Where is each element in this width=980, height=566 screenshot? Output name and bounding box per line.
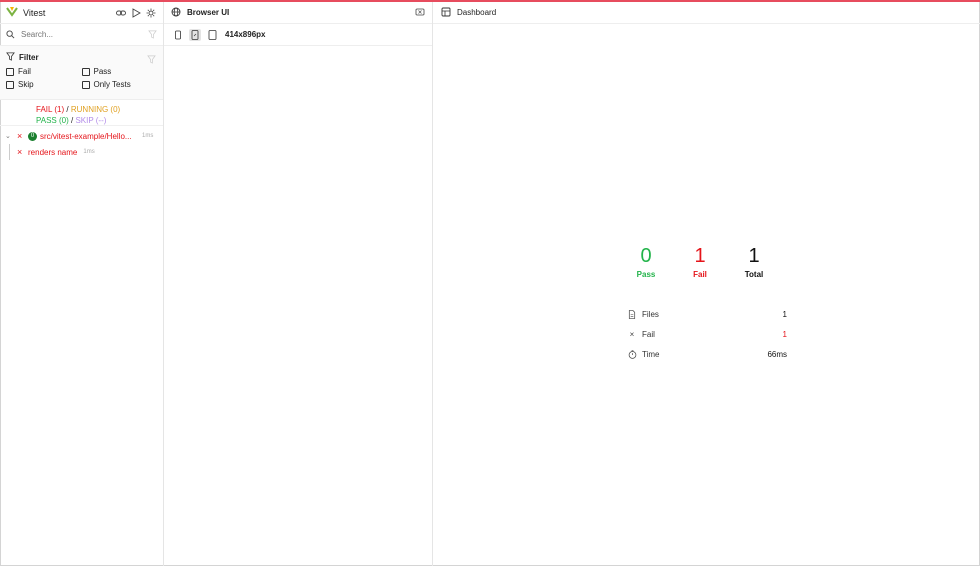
summary-skip: SKIP (--) bbox=[75, 116, 107, 125]
stat-total: 1 Total bbox=[727, 244, 781, 279]
filter-pass-label: Pass bbox=[93, 67, 112, 76]
run-all-button[interactable] bbox=[130, 7, 142, 19]
summary-fail: FAIL (1) bbox=[36, 105, 65, 114]
stat-pass-label: Pass bbox=[636, 270, 656, 279]
filter-title: Filter bbox=[19, 53, 39, 62]
summary-separator: / bbox=[66, 105, 69, 114]
vitest-logo-icon bbox=[6, 5, 18, 20]
detail-fail-value: 1 bbox=[782, 329, 787, 339]
stat-fail-label: Fail bbox=[693, 270, 707, 279]
file-icon bbox=[627, 309, 637, 319]
detail-time-label: Time bbox=[642, 349, 660, 359]
checkbox-box[interactable] bbox=[81, 67, 90, 76]
filter-fail-label: Fail bbox=[18, 67, 31, 76]
fail-x-icon: × bbox=[17, 147, 23, 157]
filter-reset-icon[interactable] bbox=[147, 53, 156, 67]
filter-panel: Filter Fail Pass Skip Only Tests bbox=[0, 46, 163, 100]
test-file-row[interactable]: ⌄ × 0 src/vitest-example/Hello... 1ms bbox=[0, 128, 163, 144]
timer-icon bbox=[627, 349, 637, 359]
details-list: Files 1 × Fail 1 Time 66ms bbox=[627, 304, 787, 364]
search-bar bbox=[0, 24, 163, 46]
checkbox-box[interactable] bbox=[6, 67, 14, 76]
test-case-row[interactable]: × renders name 1ms bbox=[0, 144, 163, 160]
globe-icon bbox=[171, 6, 181, 20]
browser-title: Browser UI bbox=[187, 8, 230, 17]
browser-panel: Browser UI 414x896px bbox=[164, 2, 433, 566]
detail-time-value: 66ms bbox=[767, 349, 787, 359]
test-file-name: src/vitest-example/Hello... bbox=[40, 131, 132, 141]
link-icon[interactable] bbox=[115, 7, 127, 19]
sidebar: Vitest Filter bbox=[0, 2, 164, 566]
detail-time-row: Time 66ms bbox=[627, 344, 787, 364]
stat-fail-value: 1 bbox=[694, 245, 706, 267]
browser-header: Browser UI bbox=[164, 2, 432, 24]
summary-pass: PASS (0) bbox=[36, 116, 69, 125]
app-title: Vitest bbox=[23, 7, 46, 18]
browser-toolbar: 414x896px bbox=[164, 24, 432, 46]
filter-header: Filter bbox=[6, 52, 157, 63]
detail-fail-row: × Fail 1 bbox=[627, 324, 787, 344]
chevron-down-icon[interactable]: ⌄ bbox=[5, 132, 13, 140]
clear-filter-icon[interactable] bbox=[148, 28, 157, 42]
theme-toggle-sun-icon[interactable] bbox=[145, 7, 157, 19]
close-icon: × bbox=[629, 329, 635, 339]
test-file-duration: 1ms bbox=[142, 133, 154, 139]
stat-pass: 0 Pass bbox=[619, 244, 673, 279]
summary-running: RUNNING (0) bbox=[70, 105, 121, 114]
fail-x-icon: × bbox=[17, 131, 23, 141]
dashboard-icon bbox=[441, 6, 451, 20]
filter-only-tests-checkbox[interactable]: Only Tests bbox=[81, 80, 158, 89]
filter-fail-checkbox[interactable]: Fail bbox=[6, 67, 82, 76]
viewport-size: 414x896px bbox=[225, 30, 266, 39]
detail-files-row: Files 1 bbox=[627, 304, 787, 324]
search-icon bbox=[6, 28, 15, 42]
tree-guide-line bbox=[9, 144, 10, 160]
file-badge: 0 bbox=[28, 131, 37, 141]
summary-separator: / bbox=[70, 116, 74, 125]
checkbox-box[interactable] bbox=[6, 80, 14, 89]
dashboard-header: Dashboard bbox=[433, 2, 980, 24]
stat-fail: 1 Fail bbox=[673, 244, 727, 279]
detail-fail-label: Fail bbox=[642, 329, 655, 339]
stat-total-value: 1 bbox=[748, 245, 760, 267]
dashboard-panel: Dashboard 0 Pass 1 Fail 1 Total Files 1 … bbox=[433, 2, 980, 566]
detail-files-value: 1 bbox=[782, 309, 787, 319]
filter-icon bbox=[6, 52, 15, 63]
search-input[interactable] bbox=[21, 30, 148, 39]
stat-pass-value: 0 bbox=[640, 245, 652, 267]
panel-collapse-icon[interactable] bbox=[415, 6, 425, 20]
dashboard-title: Dashboard bbox=[457, 8, 497, 17]
test-summary: FAIL (1) / RUNNING (0) PASS (0) / SKIP (… bbox=[0, 100, 163, 126]
filter-skip-label: Skip bbox=[18, 80, 34, 89]
small-mobile-viewport-button[interactable] bbox=[172, 29, 184, 41]
stats-summary: 0 Pass 1 Fail 1 Total bbox=[619, 244, 781, 279]
filter-skip-checkbox[interactable]: Skip bbox=[6, 80, 82, 89]
test-case-name: renders name bbox=[28, 147, 78, 157]
large-mobile-viewport-button[interactable] bbox=[189, 28, 201, 41]
tablet-viewport-button[interactable] bbox=[206, 29, 218, 41]
test-case-duration: 1ms bbox=[83, 149, 95, 155]
detail-files-label: Files bbox=[642, 309, 659, 319]
filter-only-tests-label: Only Tests bbox=[93, 80, 131, 89]
stat-total-label: Total bbox=[744, 270, 764, 279]
sidebar-header: Vitest bbox=[0, 2, 163, 24]
checkbox-box[interactable] bbox=[81, 80, 90, 89]
filter-pass-checkbox[interactable]: Pass bbox=[81, 67, 158, 76]
